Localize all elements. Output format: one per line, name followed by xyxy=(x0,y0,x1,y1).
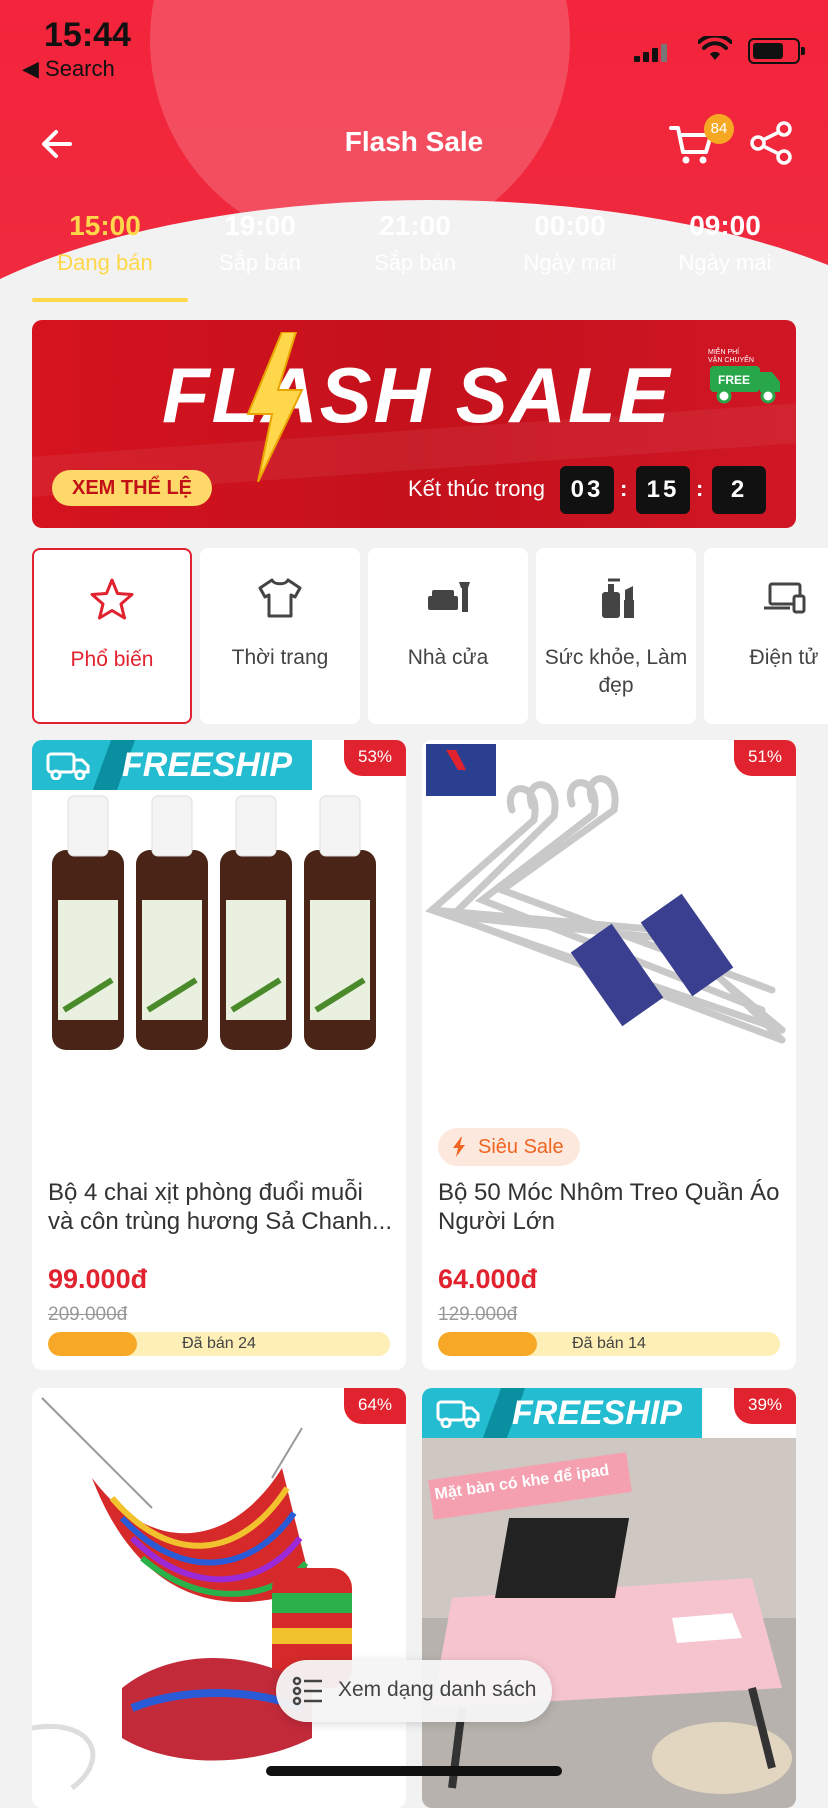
slot-time: 21:00 xyxy=(379,210,451,241)
battery-icon xyxy=(748,38,805,64)
countdown-minutes: 15 xyxy=(636,466,690,514)
freeship-badge: FREESHIP xyxy=(422,1388,702,1438)
slot-time: 09:00 xyxy=(689,210,761,241)
product-image: 51% xyxy=(422,740,796,1120)
slot-time: 15:00 xyxy=(69,210,141,241)
category-home[interactable]: Nhà cửa xyxy=(368,548,528,724)
sold-progress-bar: Đã bán 24 xyxy=(48,1332,390,1356)
star-icon xyxy=(90,578,134,620)
svg-text:MIỄN PHÍ: MIỄN PHÍ xyxy=(708,347,739,356)
slot-status: Ngày mai xyxy=(678,250,772,275)
share-icon[interactable] xyxy=(748,120,794,166)
sold-count: Đã bán 14 xyxy=(572,1335,646,1352)
slot-time: 19:00 xyxy=(224,210,296,241)
slot-status: Ngày mai xyxy=(523,250,617,275)
discount-badge: 51% xyxy=(734,740,796,776)
spray-bottles-image xyxy=(52,795,376,1050)
status-bar: 15:44 ◀ Search xyxy=(0,0,828,90)
list-view-toggle-button[interactable]: Xem dạng danh sách xyxy=(276,1660,552,1722)
super-sale-tag: Siêu Sale xyxy=(438,1128,580,1166)
slot-status: Sắp bán xyxy=(219,250,301,275)
svg-text:FREE: FREE xyxy=(718,373,750,387)
shirt-icon xyxy=(258,578,302,618)
sold-progress-bar: Đã bán 14 xyxy=(438,1332,780,1356)
slot-status: Sắp bán xyxy=(374,250,456,275)
freeship-label: FREESHIP xyxy=(512,1394,683,1432)
flash-sale-banner: FLASH SALE FREE MIỄN PHÍ VẬN CHUYỂN XEM … xyxy=(32,320,796,528)
time-slot-tab[interactable]: 19:00 Sắp bán xyxy=(185,210,335,296)
truck-icon xyxy=(46,752,90,780)
product-old-price: 209.000đ xyxy=(48,1304,128,1325)
super-sale-label: Siêu Sale xyxy=(478,1136,564,1158)
laptop-icon xyxy=(764,582,806,614)
category-health-beauty[interactable]: Sức khỏe, Làm đẹp xyxy=(536,548,696,724)
discount-badge: 64% xyxy=(344,1388,406,1424)
product-name: Bộ 50 Móc Nhôm Treo Quần Áo Người Lớn xyxy=(438,1179,780,1235)
freeship-label: FREESHIP xyxy=(122,746,293,784)
cosmetics-icon xyxy=(602,578,634,618)
time-slot-tab[interactable]: 15:00 Đang bán xyxy=(30,210,188,302)
category-label: Sức khỏe, Làm đẹp xyxy=(544,646,688,697)
hammock-image xyxy=(32,1397,352,1790)
product-old-price: 129.000đ xyxy=(438,1304,518,1325)
category-label: Nhà cửa xyxy=(407,646,489,669)
laptop-table-image xyxy=(422,1438,796,1808)
category-label: Phổ biến xyxy=(70,648,154,671)
countdown-hours: 03 xyxy=(560,466,614,514)
product-price: 64.000đ xyxy=(438,1264,538,1294)
svg-text:VẬN CHUYỂN: VẬN CHUYỂN xyxy=(708,355,754,364)
time-slot-tab[interactable]: 09:00 Ngày mai xyxy=(650,210,800,296)
truck-icon xyxy=(436,1400,480,1428)
signal-icon xyxy=(634,44,670,62)
product-card[interactable]: 51% Siêu Sale Bộ 50 Móc Nhôm Treo Quần Á… xyxy=(422,740,796,1370)
product-image: FREESHIP 39% Mặt bàn có khe để ipad xyxy=(422,1388,796,1808)
category-popular[interactable]: Phổ biến xyxy=(32,548,192,724)
status-time: 15:44 xyxy=(44,16,131,54)
countdown-seconds: 2 xyxy=(712,466,766,514)
sofa-icon xyxy=(428,582,470,612)
hangers-image xyxy=(425,744,786,1044)
product-image: 64% xyxy=(32,1388,406,1808)
wifi-icon xyxy=(698,36,732,60)
category-fashion[interactable]: Thời trang xyxy=(200,548,360,724)
top-bar: Flash Sale 84 xyxy=(0,110,828,180)
time-slot-tab[interactable]: 00:00 Ngày mai xyxy=(495,210,645,296)
time-slot-tab[interactable]: 21:00 Sắp bán xyxy=(340,210,490,296)
slot-status: Đang bán xyxy=(57,250,153,275)
product-price: 99.000đ xyxy=(48,1264,148,1294)
time-slot-tabs: 15:00 Đang bán 19:00 Sắp bán 21:00 Sắp b… xyxy=(30,210,800,302)
lightning-icon xyxy=(246,332,304,482)
banner-headline: FLASH SALE xyxy=(162,351,672,439)
category-strip: Phổ biến Thời trang Nhà cửa Sức khỏe, Là… xyxy=(32,548,828,724)
sold-count: Đã bán 24 xyxy=(182,1335,256,1352)
product-card[interactable]: FREESHIP 39% Mặt bàn có khe để ipad xyxy=(422,1388,796,1808)
list-icon xyxy=(292,1676,322,1706)
freeship-badge: FREESHIP xyxy=(32,740,312,790)
list-view-label: Xem dạng danh sách xyxy=(338,1678,537,1701)
countdown-label: Kết thúc trong xyxy=(408,476,545,501)
discount-badge: 39% xyxy=(734,1388,796,1424)
product-name: Bộ 4 chai xịt phòng đuổi muỗi và côn trù… xyxy=(48,1179,393,1235)
lightning-icon xyxy=(453,1137,465,1157)
category-label: Điện tử xyxy=(749,646,819,669)
cart-count-badge: 84 xyxy=(704,114,734,144)
back-to-search-link[interactable]: ◀ Search xyxy=(22,56,115,82)
discount-badge: 53% xyxy=(344,740,406,776)
free-shipping-badge-icon: FREE MIỄN PHÍ VẬN CHUYỂN xyxy=(708,347,780,404)
category-electronics[interactable]: Điện tử xyxy=(704,548,828,724)
product-image: FREESHIP 53% xyxy=(32,740,406,1120)
home-indicator xyxy=(266,1766,562,1776)
product-card[interactable]: FREESHIP 53% Bộ 4 chai xịt phòng đuổi mu… xyxy=(32,740,406,1370)
view-rules-button[interactable]: XEM THỂ LỆ xyxy=(52,470,212,506)
slot-time: 00:00 xyxy=(534,210,606,241)
category-label: Thời trang xyxy=(231,646,329,669)
product-card[interactable]: 64% xyxy=(32,1388,406,1808)
